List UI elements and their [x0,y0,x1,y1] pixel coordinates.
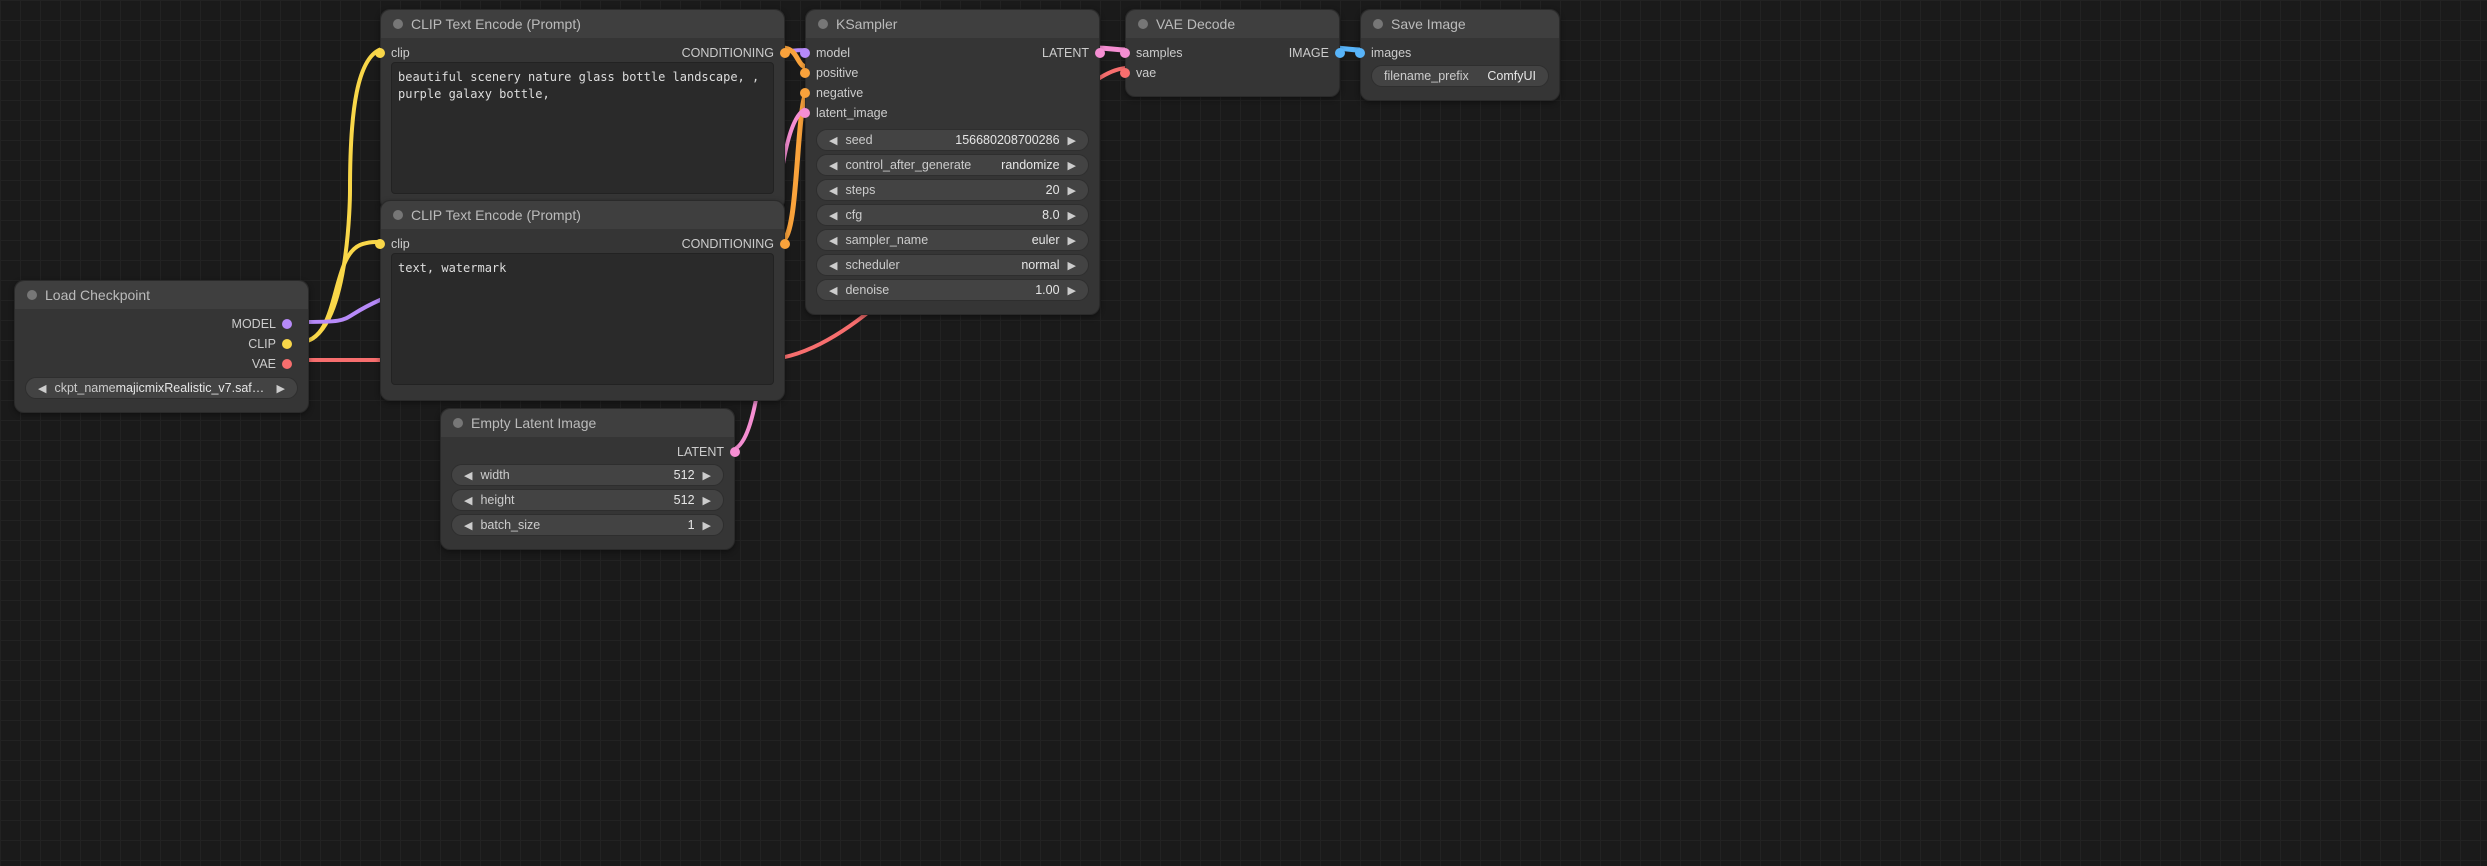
arrow-left-icon[interactable]: ◀ [825,284,841,297]
port-dot-icon[interactable] [375,48,385,58]
input-negative[interactable]: negative [816,84,888,102]
input-positive[interactable]: positive [816,64,888,82]
output-model[interactable]: MODEL [232,315,298,333]
arrow-right-icon[interactable]: ▶ [1064,259,1080,272]
node-load-checkpoint[interactable]: Load Checkpoint MODEL CLIP VAE ◀ ckpt_na… [14,280,309,413]
filename-prefix-widget[interactable]: filename_prefix ComfyUI [1371,65,1549,87]
input-model[interactable]: model [816,44,888,62]
seed-widget[interactable]: ◀seed156680208700286▶ [816,129,1089,151]
output-conditioning[interactable]: CONDITIONING [682,235,774,253]
node-title[interactable]: Save Image [1361,10,1559,38]
arrow-right-icon[interactable]: ▶ [699,519,715,532]
port-dot-icon[interactable] [375,239,385,249]
port-dot-icon[interactable] [800,68,810,78]
output-latent[interactable]: LATENT [1042,44,1089,62]
node-clip-text-encode-positive[interactable]: CLIP Text Encode (Prompt) clip CONDITION… [380,9,785,210]
collapse-dot-icon[interactable] [818,19,828,29]
output-conditioning[interactable]: CONDITIONING [682,44,774,62]
port-dot-icon[interactable] [1355,48,1365,58]
node-title[interactable]: Empty Latent Image [441,409,734,437]
port-dot-icon[interactable] [282,339,292,349]
node-title[interactable]: Load Checkpoint [15,281,308,309]
sampler-name-widget[interactable]: ◀sampler_nameeuler▶ [816,229,1089,251]
port-dot-icon[interactable] [282,359,292,369]
node-clip-text-encode-negative[interactable]: CLIP Text Encode (Prompt) clip CONDITION… [380,200,785,401]
output-image[interactable]: IMAGE [1289,44,1329,62]
collapse-dot-icon[interactable] [393,19,403,29]
arrow-right-icon[interactable]: ▶ [273,382,289,395]
arrow-right-icon[interactable]: ▶ [1064,209,1080,222]
prompt-text-input[interactable] [391,253,774,385]
node-title-text: VAE Decode [1156,16,1235,32]
steps-widget[interactable]: ◀steps20▶ [816,179,1089,201]
output-clip[interactable]: CLIP [248,335,298,353]
width-widget[interactable]: ◀ width 512 ▶ [451,464,724,486]
node-empty-latent-image[interactable]: Empty Latent Image LATENT ◀ width 512 ▶ … [440,408,735,550]
port-dot-icon[interactable] [780,239,790,249]
port-dot-icon[interactable] [1095,48,1105,58]
ckpt-name-widget[interactable]: ◀ ckpt_name majicmixRealistic_v7.safeten… [25,377,298,399]
node-title-text: CLIP Text Encode (Prompt) [411,16,581,32]
collapse-dot-icon[interactable] [453,418,463,428]
input-images[interactable]: images [1371,44,1549,62]
arrow-left-icon[interactable]: ◀ [825,184,841,197]
node-ksampler[interactable]: KSampler model positive negative latent_… [805,9,1100,315]
arrow-right-icon[interactable]: ▶ [1064,234,1080,247]
input-latent-image[interactable]: latent_image [816,104,888,122]
arrow-left-icon[interactable]: ◀ [34,382,50,395]
arrow-left-icon[interactable]: ◀ [825,234,841,247]
arrow-right-icon[interactable]: ▶ [1064,284,1080,297]
node-title[interactable]: VAE Decode [1126,10,1339,38]
connection-layer [0,0,2487,866]
node-title-text: CLIP Text Encode (Prompt) [411,207,581,223]
output-latent[interactable]: LATENT [451,443,724,461]
input-vae[interactable]: vae [1136,64,1183,82]
input-clip[interactable]: clip [391,235,410,253]
arrow-left-icon[interactable]: ◀ [825,259,841,272]
port-dot-icon[interactable] [282,319,292,329]
port-dot-icon[interactable] [730,447,740,457]
denoise-widget[interactable]: ◀denoise1.00▶ [816,279,1089,301]
batch-size-widget[interactable]: ◀ batch_size 1 ▶ [451,514,724,536]
port-dot-icon[interactable] [800,48,810,58]
arrow-right-icon[interactable]: ▶ [699,494,715,507]
arrow-left-icon[interactable]: ◀ [460,494,476,507]
node-title-text: KSampler [836,16,897,32]
height-widget[interactable]: ◀ height 512 ▶ [451,489,724,511]
collapse-dot-icon[interactable] [27,290,37,300]
arrow-right-icon[interactable]: ▶ [1064,159,1080,172]
scheduler-widget[interactable]: ◀schedulernormal▶ [816,254,1089,276]
port-dot-icon[interactable] [1120,68,1130,78]
node-title-text: Save Image [1391,16,1466,32]
node-title[interactable]: KSampler [806,10,1099,38]
port-dot-icon[interactable] [1120,48,1130,58]
output-vae[interactable]: VAE [252,355,298,373]
node-save-image[interactable]: Save Image images filename_prefix ComfyU… [1360,9,1560,101]
prompt-text-input[interactable] [391,62,774,194]
input-clip[interactable]: clip [391,44,410,62]
cfg-widget[interactable]: ◀cfg8.0▶ [816,204,1089,226]
node-title[interactable]: CLIP Text Encode (Prompt) [381,201,784,229]
collapse-dot-icon[interactable] [393,210,403,220]
control-after-generate-widget[interactable]: ◀control_after_generaterandomize▶ [816,154,1089,176]
arrow-left-icon[interactable]: ◀ [825,209,841,222]
port-dot-icon[interactable] [1335,48,1345,58]
node-title[interactable]: CLIP Text Encode (Prompt) [381,10,784,38]
node-title-text: Empty Latent Image [471,415,596,431]
node-vae-decode[interactable]: VAE Decode samples vae IMAGE [1125,9,1340,97]
port-dot-icon[interactable] [800,88,810,98]
arrow-left-icon[interactable]: ◀ [825,159,841,172]
port-dot-icon[interactable] [780,48,790,58]
collapse-dot-icon[interactable] [1373,19,1383,29]
arrow-right-icon[interactable]: ▶ [699,469,715,482]
collapse-dot-icon[interactable] [1138,19,1148,29]
arrow-right-icon[interactable]: ▶ [1064,134,1080,147]
node-title-text: Load Checkpoint [45,287,150,303]
arrow-right-icon[interactable]: ▶ [1064,184,1080,197]
arrow-left-icon[interactable]: ◀ [460,519,476,532]
arrow-left-icon[interactable]: ◀ [460,469,476,482]
input-samples[interactable]: samples [1136,44,1183,62]
port-dot-icon[interactable] [800,108,810,118]
arrow-left-icon[interactable]: ◀ [825,134,841,147]
